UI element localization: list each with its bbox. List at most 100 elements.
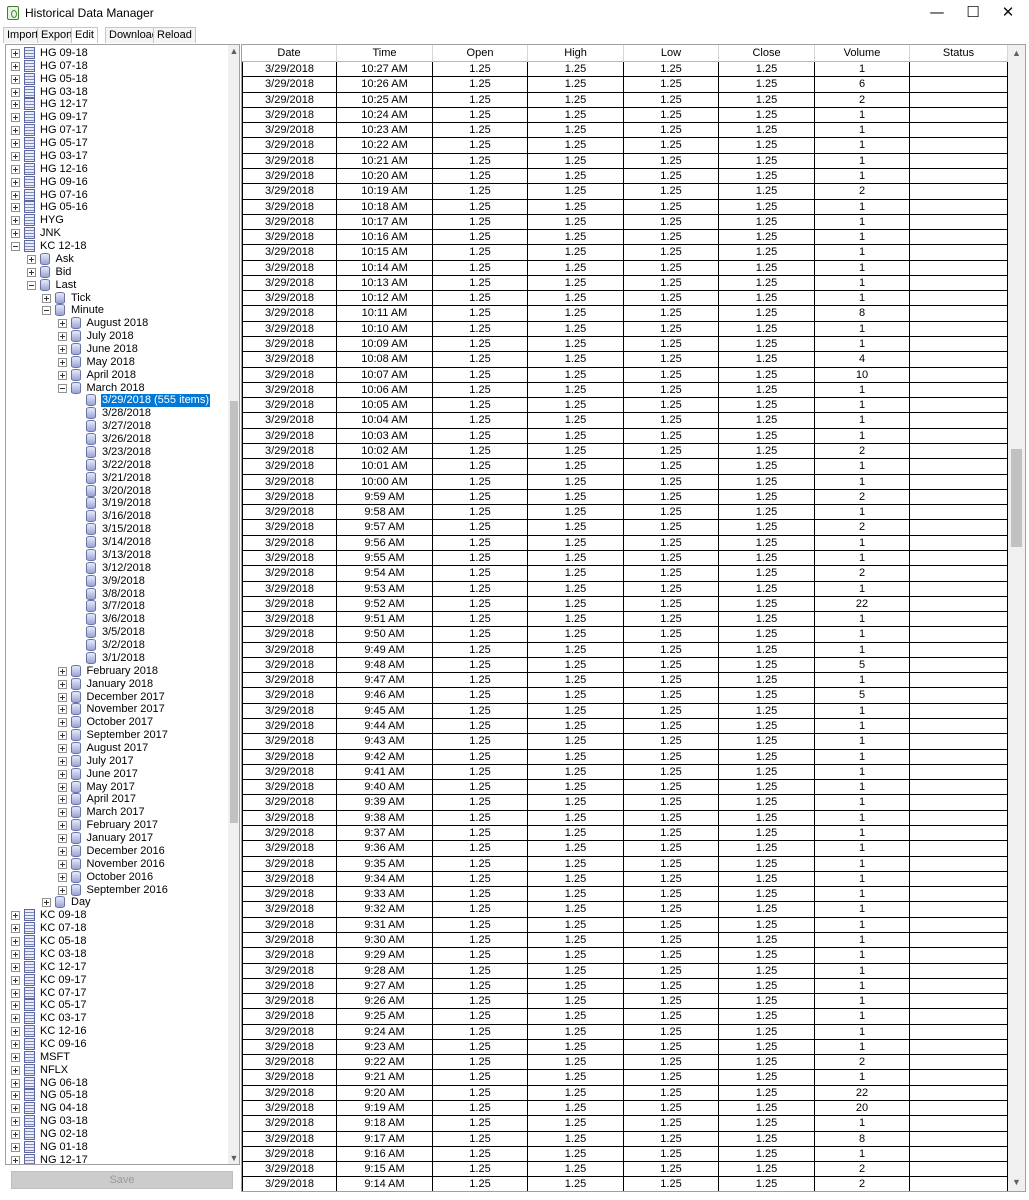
expand-icon[interactable] bbox=[57, 795, 67, 805]
expand-icon[interactable] bbox=[11, 1142, 20, 1152]
table-row[interactable]: 3/29/2018 9:36 AM 1.25 1.25 1.25 1.25 1 bbox=[242, 841, 1008, 857]
cell-date[interactable]: 3/29/2018 bbox=[242, 764, 337, 780]
expand-icon[interactable] bbox=[11, 49, 20, 58]
cell-close[interactable]: 1.25 bbox=[719, 1055, 815, 1071]
cell-open[interactable]: 1.25 bbox=[433, 917, 528, 933]
tree-node[interactable]: HG 03-17 bbox=[6, 149, 226, 163]
cell-open[interactable]: 1.25 bbox=[433, 153, 528, 169]
cell-time[interactable]: 9:40 AM bbox=[337, 780, 433, 796]
cell-date[interactable]: 3/29/2018 bbox=[242, 535, 337, 551]
table-row[interactable]: 3/29/2018 9:21 AM 1.25 1.25 1.25 1.25 1 bbox=[242, 1070, 1008, 1086]
cell-open[interactable]: 1.25 bbox=[433, 856, 528, 872]
tree-node[interactable]: KC 05-17 bbox=[6, 999, 226, 1012]
cell-status[interactable] bbox=[910, 596, 1008, 612]
cell-low[interactable]: 1.25 bbox=[624, 764, 719, 780]
cell-date[interactable]: 3/29/2018 bbox=[242, 1131, 337, 1147]
tree-node-label[interactable]: April 2018 bbox=[86, 369, 138, 382]
cell-close[interactable]: 1.25 bbox=[719, 657, 815, 673]
cell-close[interactable]: 1.25 bbox=[719, 92, 815, 108]
cell-date[interactable]: 3/29/2018 bbox=[242, 1177, 337, 1191]
cell-high[interactable]: 1.25 bbox=[528, 153, 624, 169]
tree-scroll-thumb[interactable] bbox=[230, 401, 238, 823]
cell-open[interactable]: 1.25 bbox=[433, 841, 528, 857]
table-row[interactable]: 3/29/2018 9:34 AM 1.25 1.25 1.25 1.25 1 bbox=[242, 871, 1008, 888]
cell-status[interactable] bbox=[910, 978, 1008, 994]
cell-status[interactable] bbox=[910, 917, 1008, 933]
table-row[interactable]: 3/29/2018 10:00 AM 1.25 1.25 1.25 1.25 1 bbox=[242, 474, 1008, 490]
cell-high[interactable]: 1.25 bbox=[528, 642, 624, 658]
cell-volume[interactable]: 1 bbox=[815, 245, 910, 261]
cell-volume[interactable]: 1 bbox=[815, 871, 910, 887]
expand-icon[interactable] bbox=[57, 332, 67, 342]
cell-date[interactable]: 3/29/2018 bbox=[242, 596, 337, 612]
cell-volume[interactable]: 1 bbox=[815, 1009, 910, 1025]
table-row[interactable]: 3/29/2018 9:23 AM 1.25 1.25 1.25 1.25 1 bbox=[242, 1039, 1008, 1056]
cell-high[interactable]: 1.25 bbox=[528, 62, 624, 77]
tree-node-label[interactable]: October 2016 bbox=[86, 871, 155, 884]
tree-node[interactable]: HG 07-18 bbox=[6, 59, 226, 73]
cell-status[interactable] bbox=[910, 306, 1008, 322]
cell-time[interactable]: 10:00 AM bbox=[337, 474, 433, 490]
cell-high[interactable]: 1.25 bbox=[528, 994, 624, 1010]
expand-icon[interactable] bbox=[57, 885, 67, 895]
cell-volume[interactable]: 1 bbox=[815, 1039, 910, 1055]
cell-date[interactable]: 3/29/2018 bbox=[242, 1116, 337, 1132]
cell-time[interactable]: 10:18 AM bbox=[337, 199, 433, 215]
cell-time[interactable]: 10:05 AM bbox=[337, 398, 433, 414]
cell-low[interactable]: 1.25 bbox=[624, 459, 719, 475]
tree-node-label[interactable]: Day bbox=[70, 896, 92, 909]
tree-node[interactable]: 3/13/2018 bbox=[6, 548, 226, 562]
cell-status[interactable] bbox=[910, 1024, 1008, 1040]
cell-high[interactable]: 1.25 bbox=[528, 749, 624, 765]
cell-volume[interactable]: 1 bbox=[815, 764, 910, 780]
cell-status[interactable] bbox=[910, 168, 1008, 184]
tree-node-label[interactable]: 3/23/2018 bbox=[101, 446, 152, 459]
cell-open[interactable]: 1.25 bbox=[433, 199, 528, 215]
tree-node-label[interactable]: HG 05-18 bbox=[39, 73, 89, 86]
expand-icon[interactable] bbox=[11, 229, 20, 239]
cell-close[interactable]: 1.25 bbox=[719, 428, 815, 444]
cell-high[interactable]: 1.25 bbox=[528, 826, 624, 841]
cell-volume[interactable]: 22 bbox=[815, 1085, 910, 1101]
cell-open[interactable]: 1.25 bbox=[433, 719, 528, 735]
cell-volume[interactable]: 10 bbox=[815, 367, 910, 383]
data-grid[interactable]: Date Time Open High Low Close Volume Status 3/2… bbox=[241, 44, 1026, 1192]
cell-date[interactable]: 3/29/2018 bbox=[242, 841, 337, 857]
cell-high[interactable]: 1.25 bbox=[528, 184, 624, 200]
cell-time[interactable]: 9:24 AM bbox=[337, 1024, 433, 1040]
cell-low[interactable]: 1.25 bbox=[624, 963, 719, 979]
cell-open[interactable]: 1.25 bbox=[433, 489, 528, 505]
cell-volume[interactable]: 1 bbox=[815, 1116, 910, 1132]
cell-volume[interactable]: 2 bbox=[815, 489, 910, 505]
cell-close[interactable]: 1.25 bbox=[719, 780, 815, 796]
cell-open[interactable]: 1.25 bbox=[433, 77, 528, 93]
cell-high[interactable]: 1.25 bbox=[528, 199, 624, 215]
tree-node[interactable]: Tick bbox=[6, 291, 226, 305]
tree-node-label[interactable]: May 2017 bbox=[86, 781, 136, 794]
tree-node-label[interactable]: November 2016 bbox=[86, 858, 166, 871]
table-row[interactable]: 3/29/2018 10:07 AM 1.25 1.25 1.25 1.25 10 bbox=[242, 367, 1008, 383]
tree-node[interactable]: KC 03-17 bbox=[6, 1012, 226, 1025]
cell-high[interactable]: 1.25 bbox=[528, 596, 624, 612]
cell-status[interactable] bbox=[910, 1131, 1008, 1147]
cell-date[interactable]: 3/29/2018 bbox=[242, 810, 337, 826]
table-row[interactable]: 3/29/2018 9:47 AM 1.25 1.25 1.25 1.25 1 bbox=[242, 673, 1008, 689]
cell-open[interactable]: 1.25 bbox=[433, 642, 528, 658]
cell-close[interactable]: 1.25 bbox=[719, 337, 815, 353]
tree-node[interactable]: April 2018 bbox=[6, 368, 226, 382]
cell-volume[interactable]: 6 bbox=[815, 77, 910, 93]
table-row[interactable]: 3/29/2018 9:44 AM 1.25 1.25 1.25 1.25 1 bbox=[242, 719, 1008, 735]
tree-node[interactable]: NG 04-18 bbox=[6, 1102, 226, 1115]
cell-time[interactable]: 9:30 AM bbox=[337, 932, 433, 948]
cell-close[interactable]: 1.25 bbox=[719, 352, 815, 368]
cell-volume[interactable]: 1 bbox=[815, 107, 910, 123]
expand-icon[interactable] bbox=[11, 962, 20, 972]
cell-open[interactable]: 1.25 bbox=[433, 275, 528, 291]
table-row[interactable]: 3/29/2018 9:57 AM 1.25 1.25 1.25 1.25 2 bbox=[242, 520, 1008, 536]
cell-high[interactable]: 1.25 bbox=[528, 948, 624, 964]
cell-high[interactable]: 1.25 bbox=[528, 719, 624, 735]
cell-status[interactable] bbox=[910, 505, 1008, 521]
cell-volume[interactable]: 1 bbox=[815, 948, 910, 964]
tree-node[interactable]: KC 12-18 bbox=[6, 240, 226, 253]
cell-date[interactable]: 3/29/2018 bbox=[242, 444, 337, 459]
